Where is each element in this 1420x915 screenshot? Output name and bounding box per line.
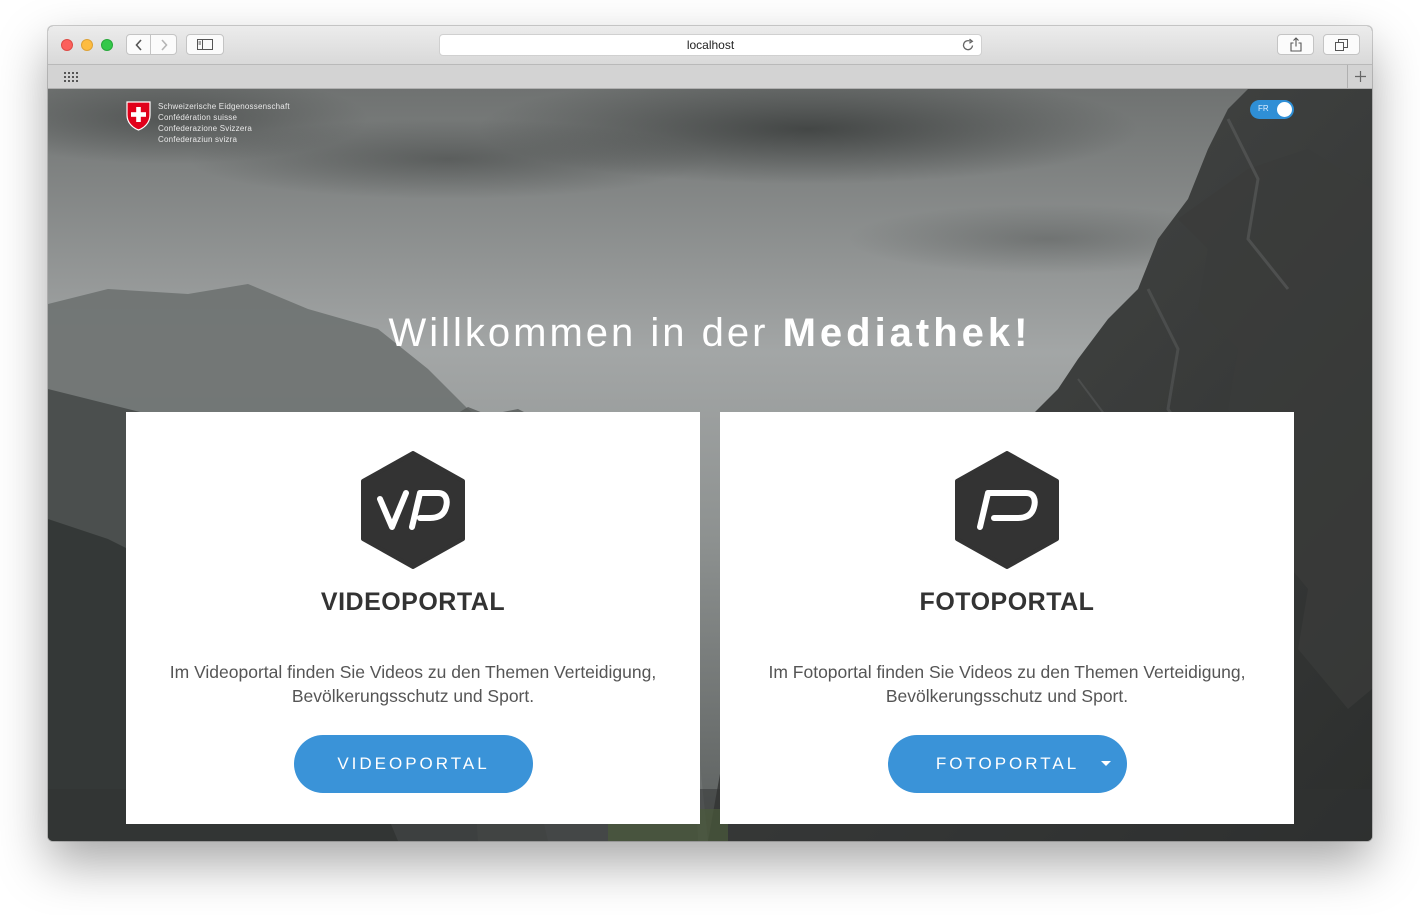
reload-icon[interactable] <box>962 38 975 52</box>
card-description: Im Fotoportal finden Sie Videos zu den T… <box>768 662 1246 706</box>
swiss-confederation-logo[interactable]: Schweizerische Eidgenossenschaft Confédé… <box>126 101 290 145</box>
share-icon <box>1289 37 1302 52</box>
caret-down-icon[interactable] <box>1101 761 1111 766</box>
button-label: VIDEOPORTAL <box>337 754 490 773</box>
address-bar[interactable]: localhost <box>439 34 982 56</box>
toggle-knob <box>1277 102 1292 117</box>
logo-line: Confederaziun svizra <box>158 135 238 144</box>
back-button[interactable] <box>126 34 151 55</box>
favorites-bar <box>48 65 1372 89</box>
forward-button[interactable] <box>151 34 177 55</box>
plus-icon <box>1354 71 1366 82</box>
sidebar-button[interactable] <box>186 34 224 55</box>
welcome-headline: Willkommen in der Mediathek! <box>48 311 1372 356</box>
page-content: Schweizerische Eidgenossenschaft Confédé… <box>48 89 1372 841</box>
browser-window: localhost Schweizerische Eidgenossenscha… <box>48 26 1372 841</box>
confederation-wordmark: Schweizerische Eidgenossenschaft Confédé… <box>158 101 290 145</box>
language-toggle[interactable]: FR <box>1250 100 1294 119</box>
url-text: localhost <box>686 38 735 52</box>
chevron-right-icon <box>160 38 168 51</box>
card-title: VIDEOPORTAL <box>320 588 506 616</box>
close-window-button[interactable] <box>61 39 73 51</box>
browser-toolbar: localhost <box>48 26 1372 65</box>
minimize-window-button[interactable] <box>81 39 93 51</box>
grid-icon[interactable] <box>64 72 78 82</box>
swiss-shield-icon <box>126 101 151 131</box>
fotoportal-logo-icon <box>955 451 1059 569</box>
card-description: Im Videoportal finden Sie Videos zu den … <box>169 662 657 706</box>
logo-line: Confédération suisse <box>158 113 238 122</box>
language-toggle-label: FR <box>1258 104 1269 113</box>
fotoportal-button[interactable]: FOTOPORTAL <box>888 735 1127 793</box>
sidebar-icon <box>197 39 213 50</box>
headline-bold: Mediathek! <box>782 311 1032 355</box>
zoom-window-button[interactable] <box>101 39 113 51</box>
logo-line: Schweizerische Eidgenossenschaft <box>158 102 290 111</box>
headline-prefix: Willkommen in der <box>388 311 783 355</box>
videoportal-button[interactable]: VIDEOPORTAL <box>294 735 533 793</box>
fotoportal-card: FOTOPORTAL Im Fotoportal finden Sie Vide… <box>720 412 1294 824</box>
share-button[interactable] <box>1277 34 1314 55</box>
tabs-icon <box>1335 38 1348 51</box>
show-tabs-button[interactable] <box>1323 34 1360 55</box>
logo-line: Confederazione Svizzera <box>158 124 252 133</box>
videoportal-logo-icon <box>361 451 465 569</box>
chevron-left-icon <box>134 38 142 51</box>
videoportal-card: VIDEOPORTAL Im Videoportal finden Sie Vi… <box>126 412 700 824</box>
new-tab-button[interactable] <box>1347 65 1372 88</box>
button-label: FOTOPORTAL <box>935 754 1080 773</box>
card-title: FOTOPORTAL <box>919 588 1095 616</box>
